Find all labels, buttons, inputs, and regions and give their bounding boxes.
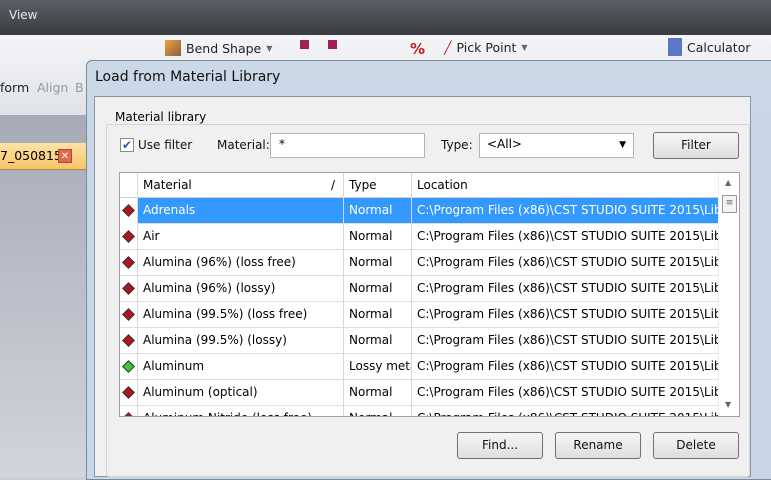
table-row[interactable]: Alumina (96%) (lossy) Normal C:\Program … <box>120 276 718 302</box>
find-button[interactable]: Find... <box>457 432 543 459</box>
material-location: C:\Program Files (x86)\CST STUDIO SUITE … <box>412 406 718 416</box>
material-icon-cell <box>120 354 138 380</box>
chevron-down-icon: ▼ <box>521 43 528 52</box>
material-icon-cell <box>120 380 138 406</box>
material-name: Alumina (99.5%) (lossy) <box>138 328 344 354</box>
sort-indicator: / <box>330 178 335 192</box>
materials-table: Material / Type Location Adrenals Normal … <box>119 172 740 417</box>
material-icon-cell <box>120 198 138 224</box>
material-gem-icon <box>122 256 135 269</box>
transform-button[interactable]: form <box>0 80 29 95</box>
material-gem-icon <box>122 308 135 321</box>
material-name: Alumina (96%) (loss free) <box>138 250 344 276</box>
calculator-icon <box>668 38 682 56</box>
table-row[interactable]: Aluminum (optical) Normal C:\Program Fil… <box>120 380 718 406</box>
use-filter-label: Use filter <box>138 138 193 152</box>
material-name: Aluminum (optical) <box>138 380 344 406</box>
bend-shape-icon <box>165 40 181 56</box>
material-input[interactable]: * <box>270 133 425 158</box>
group-label: Material library <box>112 110 210 124</box>
material-icon-cell <box>120 328 138 354</box>
material-icon-cell <box>120 276 138 302</box>
align-button[interactable]: Align <box>37 80 68 95</box>
curves-icon[interactable] <box>300 40 337 49</box>
material-label: Material: <box>217 138 270 152</box>
rename-button[interactable]: Rename <box>555 432 641 459</box>
scroll-down-icon[interactable]: ▼ <box>725 400 731 409</box>
column-header-type[interactable]: Type <box>344 173 412 199</box>
material-type: Normal <box>344 224 412 250</box>
material-type: Normal <box>344 198 412 224</box>
material-icon-cell <box>120 302 138 328</box>
material-type: Normal <box>344 276 412 302</box>
calculator-button[interactable]: Calculator <box>668 38 750 56</box>
table-row[interactable]: Alumina (99.5%) (lossy) Normal C:\Progra… <box>120 328 718 354</box>
material-type: Lossy metal <box>344 354 412 380</box>
pick-point-button[interactable]: ╱ Pick Point ▼ <box>444 40 528 55</box>
table-row[interactable]: Aluminum Lossy metal C:\Program Files (x… <box>120 354 718 380</box>
material-name: Alumina (99.5%) (loss free) <box>138 302 344 328</box>
column-header-material[interactable]: Material / <box>138 173 344 199</box>
material-location: C:\Program Files (x86)\CST STUDIO SUITE … <box>417 307 718 321</box>
use-filter-checkbox[interactable]: ✔ <box>120 138 134 152</box>
bend-shape-button[interactable]: Bend Shape ▼ <box>165 40 272 56</box>
material-icon-cell <box>120 250 138 276</box>
material-location: C:\Program Files (x86)\CST STUDIO SUITE … <box>417 359 718 373</box>
pick-point-icon: ╱ <box>444 40 452 55</box>
dialog-title: Load from Material Library <box>95 69 281 85</box>
material-location: C:\Program Files (x86)\CST STUDIO SUITE … <box>417 203 718 217</box>
material-name: Aluminum <box>138 354 344 380</box>
material-type: Normal <box>344 406 412 416</box>
scroll-up-icon[interactable]: ▲ <box>725 178 731 187</box>
table-header: Material / Type Location <box>120 173 718 199</box>
material-name: Aluminum Nitride (loss free) <box>138 406 344 416</box>
material-gem-icon <box>122 412 135 416</box>
material-type: Normal <box>344 302 412 328</box>
title-bar: View <box>0 0 771 35</box>
material-gem-icon <box>122 386 135 399</box>
material-name: Alumina (96%) (lossy) <box>138 276 344 302</box>
vertical-scrollbar[interactable]: ▲ ≡ ▼ <box>718 173 739 416</box>
material-gem-icon <box>122 360 135 373</box>
material-icon-cell <box>120 224 138 250</box>
chevron-down-icon: ▼ <box>619 140 626 150</box>
material-gem-icon <box>122 282 135 295</box>
table-row[interactable]: Alumina (96%) (loss free) Normal C:\Prog… <box>120 250 718 276</box>
material-type: Normal <box>344 250 412 276</box>
material-location: C:\Program Files (x86)\CST STUDIO SUITE … <box>417 385 718 399</box>
material-gem-icon <box>122 230 135 243</box>
chevron-down-icon: ▼ <box>266 43 273 53</box>
document-tab[interactable]: 7_050815 ✕ <box>0 143 86 170</box>
close-icon[interactable]: ✕ <box>58 149 72 163</box>
scrollbar-thumb[interactable]: ≡ <box>722 195 737 213</box>
delete-button[interactable]: Delete <box>653 432 739 459</box>
material-type: Normal <box>344 328 412 354</box>
table-row[interactable]: Alumina (99.5%) (loss free) Normal C:\Pr… <box>120 302 718 328</box>
percent-icon[interactable]: % <box>410 40 425 58</box>
menu-view[interactable]: View <box>9 8 37 22</box>
table-row[interactable]: Air Normal C:\Program Files (x86)\CST ST… <box>120 224 718 250</box>
material-location: C:\Program Files (x86)\CST STUDIO SUITE … <box>417 281 718 295</box>
table-row[interactable]: Aluminum Nitride (loss free) Normal C:\P… <box>120 406 718 416</box>
material-name: Air <box>138 224 344 250</box>
table-row[interactable]: Adrenals Normal C:\Program Files (x86)\C… <box>120 198 718 224</box>
material-gem-icon <box>122 204 135 217</box>
type-label: Type: <box>441 138 473 152</box>
material-type: Normal <box>344 380 412 406</box>
material-gem-icon <box>122 334 135 347</box>
filter-button[interactable]: Filter <box>653 132 739 159</box>
material-location: C:\Program Files (x86)\CST STUDIO SUITE … <box>417 255 718 269</box>
ribbon-b-button[interactable]: B <box>75 80 84 95</box>
column-header-location[interactable]: Location <box>412 173 718 199</box>
material-name: Adrenals <box>138 198 344 224</box>
type-select[interactable]: <All> ▼ <box>479 133 634 158</box>
material-location: C:\Program Files (x86)\CST STUDIO SUITE … <box>417 229 718 243</box>
material-location: C:\Program Files (x86)\CST STUDIO SUITE … <box>417 333 718 347</box>
material-icon-cell <box>120 406 138 416</box>
